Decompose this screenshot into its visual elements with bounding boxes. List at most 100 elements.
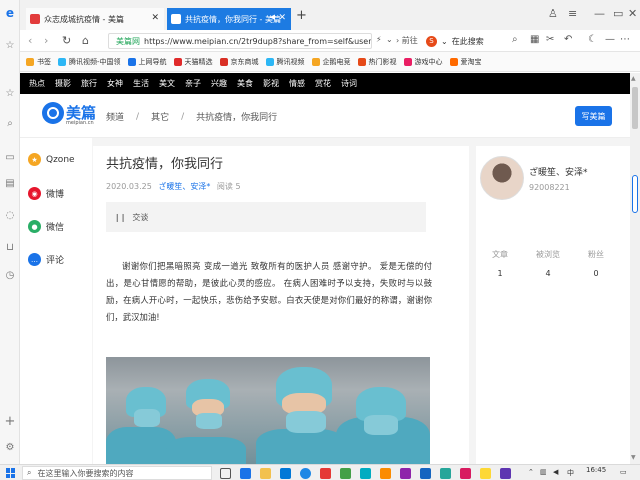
bookmark-item[interactable]: 上网导航	[127, 57, 167, 67]
bookmark-item[interactable]: 企鹅电竞	[311, 57, 351, 67]
favorites-star-icon[interactable]: ☆	[3, 38, 17, 52]
scissors-icon[interactable]: ✂	[546, 34, 554, 45]
url-text[interactable]: https://www.meipian.cn/2tr9dup8?share_fr…	[144, 37, 371, 46]
stat-followers[interactable]: 粉丝 0	[576, 249, 616, 278]
bookmark-item[interactable]: 书签	[26, 57, 51, 67]
nav-item-interests[interactable]: 兴趣	[211, 78, 227, 89]
app-green-icon[interactable]	[340, 468, 351, 479]
chat-icon[interactable]: ◌	[3, 208, 17, 222]
bookmark-item[interactable]: 天猫精选	[173, 57, 213, 67]
notification-icon[interactable]: ▭	[620, 468, 627, 476]
tab-close-icon[interactable]: ✕	[151, 13, 159, 23]
file-explorer-icon[interactable]	[260, 468, 271, 479]
maximize-icon[interactable]: ▭	[613, 7, 623, 20]
nav-item-hot[interactable]: 热点	[29, 78, 45, 89]
store-icon[interactable]	[280, 468, 291, 479]
app-yellow-icon[interactable]	[480, 468, 491, 479]
bolt-icon[interactable]: ⚡	[376, 35, 382, 44]
tab-zhongzhi[interactable]: 众志成城抗疫情 - 美篇 ✕	[26, 8, 164, 30]
cart-icon[interactable]: ⊔	[3, 240, 17, 254]
share-qzone[interactable]: ★ Qzone	[28, 153, 75, 166]
ime-indicator[interactable]: 中	[567, 468, 574, 478]
nav-item-parenting[interactable]: 亲子	[185, 78, 201, 89]
nav-item-essays[interactable]: 美文	[159, 78, 175, 89]
app-violet-icon[interactable]	[500, 468, 511, 479]
app-blue-icon[interactable]	[420, 468, 431, 479]
speaker-icon[interactable]: ◀	[270, 13, 275, 21]
refresh-icon[interactable]: ↻	[62, 34, 71, 47]
app-purple-icon[interactable]	[400, 468, 411, 479]
taskbar-clock[interactable]: 16:45	[586, 466, 606, 474]
nav-item-movies[interactable]: 影视	[263, 78, 279, 89]
share-weibo[interactable]: ◉ 微博	[28, 187, 64, 200]
home-icon[interactable]: ⌂	[82, 34, 89, 47]
stat-articles[interactable]: 文章 1	[480, 249, 520, 278]
new-tab-icon[interactable]: +	[296, 8, 307, 23]
address-bar[interactable]: 美篇网 https://www.meipian.cn/2tr9dup8?shar…	[108, 33, 372, 49]
more-icon[interactable]: ⋯	[620, 34, 630, 45]
browser-taskbar-icon[interactable]	[300, 468, 311, 479]
tray-chevron-icon[interactable]: ⌃	[528, 468, 534, 476]
meipian-logo-icon[interactable]	[42, 102, 64, 124]
app-red-icon[interactable]	[320, 468, 331, 479]
app-cyan-icon[interactable]	[360, 468, 371, 479]
magnifier-icon[interactable]: ⌕	[512, 34, 518, 45]
article-author-link[interactable]: ざ暖笙、安泽*	[158, 182, 210, 191]
music-player[interactable]: ❙❙ 交谈	[106, 202, 426, 232]
avatar[interactable]	[480, 156, 524, 200]
document-icon[interactable]: ▤	[3, 176, 17, 190]
minimize-icon[interactable]: —	[594, 7, 605, 20]
nav-item-travel[interactable]: 旅行	[81, 78, 97, 89]
undo-icon[interactable]: ↶	[564, 34, 572, 45]
bookmark-item[interactable]: 热门影视	[357, 57, 397, 67]
nav-item-emotion[interactable]: 情感	[289, 78, 305, 89]
volume-icon[interactable]: ◀	[553, 468, 558, 476]
app-orange-icon[interactable]	[380, 468, 391, 479]
scroll-up-icon[interactable]: ▲	[631, 75, 636, 82]
network-icon[interactable]: ▥	[540, 468, 547, 476]
nav-item-flowers[interactable]: 赏花	[315, 78, 331, 89]
goto-button[interactable]: › 前往	[396, 35, 418, 46]
back-icon[interactable]: ‹	[28, 34, 32, 47]
reader-icon[interactable]: ▭	[3, 150, 17, 164]
nav-item-life[interactable]: 生活	[133, 78, 149, 89]
settings-icon[interactable]: ⚙	[3, 440, 17, 454]
bookmark-item[interactable]: 游戏中心	[403, 57, 443, 67]
windows-start-icon[interactable]	[6, 468, 16, 478]
tab-close-icon[interactable]: ✕	[278, 13, 286, 23]
close-window-icon[interactable]: ✕	[628, 7, 637, 20]
forward-icon[interactable]: ›	[44, 34, 48, 47]
bookmark-item[interactable]: 腾讯视频-中国领	[58, 57, 121, 67]
nav-item-goddess[interactable]: 女神	[107, 78, 123, 89]
star-icon[interactable]: ☆	[3, 86, 17, 100]
bookmark-item[interactable]: 爱淘宝	[449, 57, 482, 67]
app-pink-icon[interactable]	[460, 468, 471, 479]
app-teal-icon[interactable]	[440, 468, 451, 479]
search-icon[interactable]: ⌕	[3, 116, 17, 130]
edge-icon[interactable]	[240, 468, 251, 479]
breadcrumb-channel[interactable]: 频道	[106, 110, 124, 123]
task-view-icon[interactable]	[220, 468, 231, 479]
dropdown-chevron-icon[interactable]: ⌄	[386, 35, 393, 44]
vertical-scrollbar[interactable]: ▲ ▼	[630, 73, 640, 464]
bookmark-item[interactable]: 腾讯视频	[265, 57, 305, 67]
search-box[interactable]: S ⌄ 在此搜索	[426, 33, 526, 49]
share-wechat[interactable]: ● 微信	[28, 220, 64, 233]
taskbar-search-input[interactable]: ⌕ 在这里输入你要搜索的内容	[22, 466, 212, 480]
grid-icon[interactable]: ▦	[530, 34, 539, 45]
dropdown-chevron-icon[interactable]: ⌄	[441, 37, 448, 46]
nav-item-photography[interactable]: 摄影	[55, 78, 71, 89]
tab-gongkang-active[interactable]: 共抗疫情，你我同行 - 美篇 ◀ ✕	[167, 8, 291, 30]
nav-item-food[interactable]: 美食	[237, 78, 253, 89]
breadcrumb-other[interactable]: 其它	[151, 110, 169, 123]
history-icon[interactable]: ◷	[3, 268, 17, 282]
scroll-down-icon[interactable]: ▼	[631, 454, 636, 461]
browser-logo-icon[interactable]: e	[3, 6, 17, 20]
scrollbar-thumb[interactable]	[632, 87, 638, 129]
night-mode-icon[interactable]: ☾	[588, 34, 597, 45]
author-name[interactable]: ざ暖笙、安泽*	[529, 165, 588, 178]
add-icon[interactable]: +	[3, 414, 17, 429]
menu-icon[interactable]: ≡	[568, 7, 577, 20]
skin-icon[interactable]: ♙	[548, 7, 558, 20]
bookmark-item[interactable]: 京东商城	[219, 57, 259, 67]
